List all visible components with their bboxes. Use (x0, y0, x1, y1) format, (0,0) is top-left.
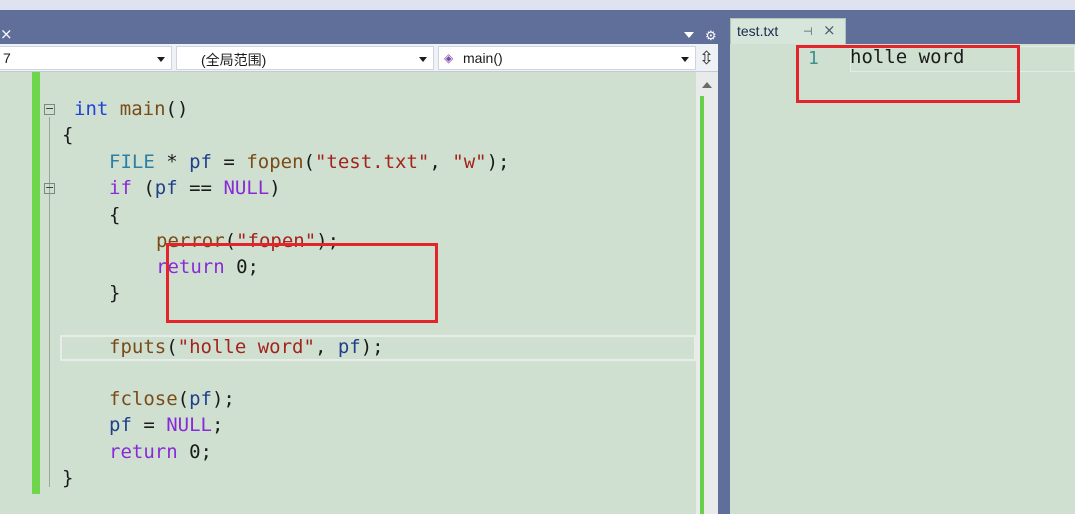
code-token: { (62, 124, 74, 146)
chevron-down-icon (681, 57, 689, 62)
tab-list-dropdown-icon[interactable] (684, 32, 694, 38)
code-token: 0; (177, 441, 212, 463)
project-dropdown[interactable]: 7 (0, 46, 172, 70)
code-token: fclose (109, 388, 178, 410)
code-token: pf (189, 388, 212, 410)
code-token: ) (269, 177, 281, 199)
code-token: ( (177, 388, 190, 410)
scope-dropdown-value: (全局范围) (201, 52, 267, 68)
code-token: ); (486, 151, 510, 173)
highlight-annotation-box (166, 243, 438, 323)
vertical-scrollbar[interactable] (696, 72, 718, 514)
chevron-down-icon (419, 57, 427, 62)
function-dropdown[interactable]: ◈ main() (438, 46, 696, 70)
code-token: NULL (223, 177, 270, 199)
code-token: return (109, 441, 178, 463)
fold-toggle-icon[interactable]: − (44, 182, 55, 194)
function-dropdown-value: main() (463, 50, 503, 66)
function-cube-icon: ◈ (444, 51, 454, 65)
navigation-bar: 7 (全局范围) ◈ main() (0, 44, 726, 72)
scroll-up-icon[interactable] (702, 82, 712, 88)
code-token: = (211, 151, 247, 173)
code-token: "w" (452, 151, 487, 173)
code-token: main (119, 98, 166, 120)
code-token: = (131, 414, 167, 436)
code-line[interactable]: { (62, 122, 73, 148)
ide-window: × ⚙ test.txt ⊣ × 7 (全局范围) ◈ main() ⇳ − −… (0, 0, 1075, 514)
current-line-highlight (60, 335, 696, 361)
split-window-icon[interactable]: ⇳ (699, 48, 714, 69)
code-line[interactable]: FILE * pf = fopen("test.txt", "w"); (109, 149, 509, 175)
fold-guide-line (49, 117, 50, 487)
code-token: pf (189, 151, 212, 173)
code-line[interactable]: } (62, 465, 73, 491)
text-file-editor[interactable]: 1 holle word (730, 44, 1075, 514)
code-token: * (154, 151, 190, 173)
left-tab-bar: × ⚙ (0, 10, 726, 44)
scrollbar-change-markers (700, 96, 704, 514)
highlight-annotation-box (796, 45, 1020, 103)
project-dropdown-value: 7 (3, 50, 11, 66)
code-token: ( (131, 177, 155, 199)
code-token: int (74, 98, 109, 120)
code-line[interactable]: { (109, 202, 120, 228)
code-token: pf (109, 414, 132, 436)
editor-splitter[interactable] (718, 44, 730, 514)
code-line[interactable]: int main() (74, 96, 188, 122)
code-token: "test.txt" (314, 151, 430, 173)
close-icon[interactable]: × (823, 21, 836, 39)
code-token: ); (211, 388, 235, 410)
gear-icon[interactable]: ⚙ (705, 30, 717, 43)
code-token: FILE (109, 151, 155, 173)
code-line[interactable]: return 0; (109, 439, 212, 465)
code-token: ; (211, 414, 224, 436)
code-token: ( (303, 151, 315, 173)
code-line[interactable]: fclose(pf); (109, 386, 235, 412)
code-token: pf (154, 177, 178, 199)
code-line[interactable]: } (109, 280, 120, 306)
code-token: { (109, 204, 121, 226)
fold-toggle-icon[interactable]: − (44, 103, 55, 115)
top-strip (0, 0, 1075, 10)
code-line[interactable]: if (pf == NULL) (109, 175, 281, 201)
code-token: NULL (166, 414, 212, 436)
pin-icon[interactable]: ⊣ (803, 25, 813, 38)
close-icon[interactable]: × (0, 27, 13, 42)
code-token: if (109, 177, 132, 199)
scope-dropdown[interactable]: (全局范围) (176, 46, 434, 70)
code-token: fopen (246, 151, 304, 173)
tab-test-txt[interactable]: test.txt ⊣ × (730, 18, 846, 44)
code-token: } (109, 282, 121, 304)
chevron-down-icon (157, 57, 165, 62)
change-tracking-bar (32, 72, 40, 494)
code-token: , (429, 151, 453, 173)
code-token: == (177, 177, 224, 199)
code-token: } (62, 467, 74, 489)
code-line[interactable]: pf = NULL; (109, 412, 223, 438)
tab-label: test.txt (737, 23, 779, 39)
code-token: () (165, 98, 189, 120)
